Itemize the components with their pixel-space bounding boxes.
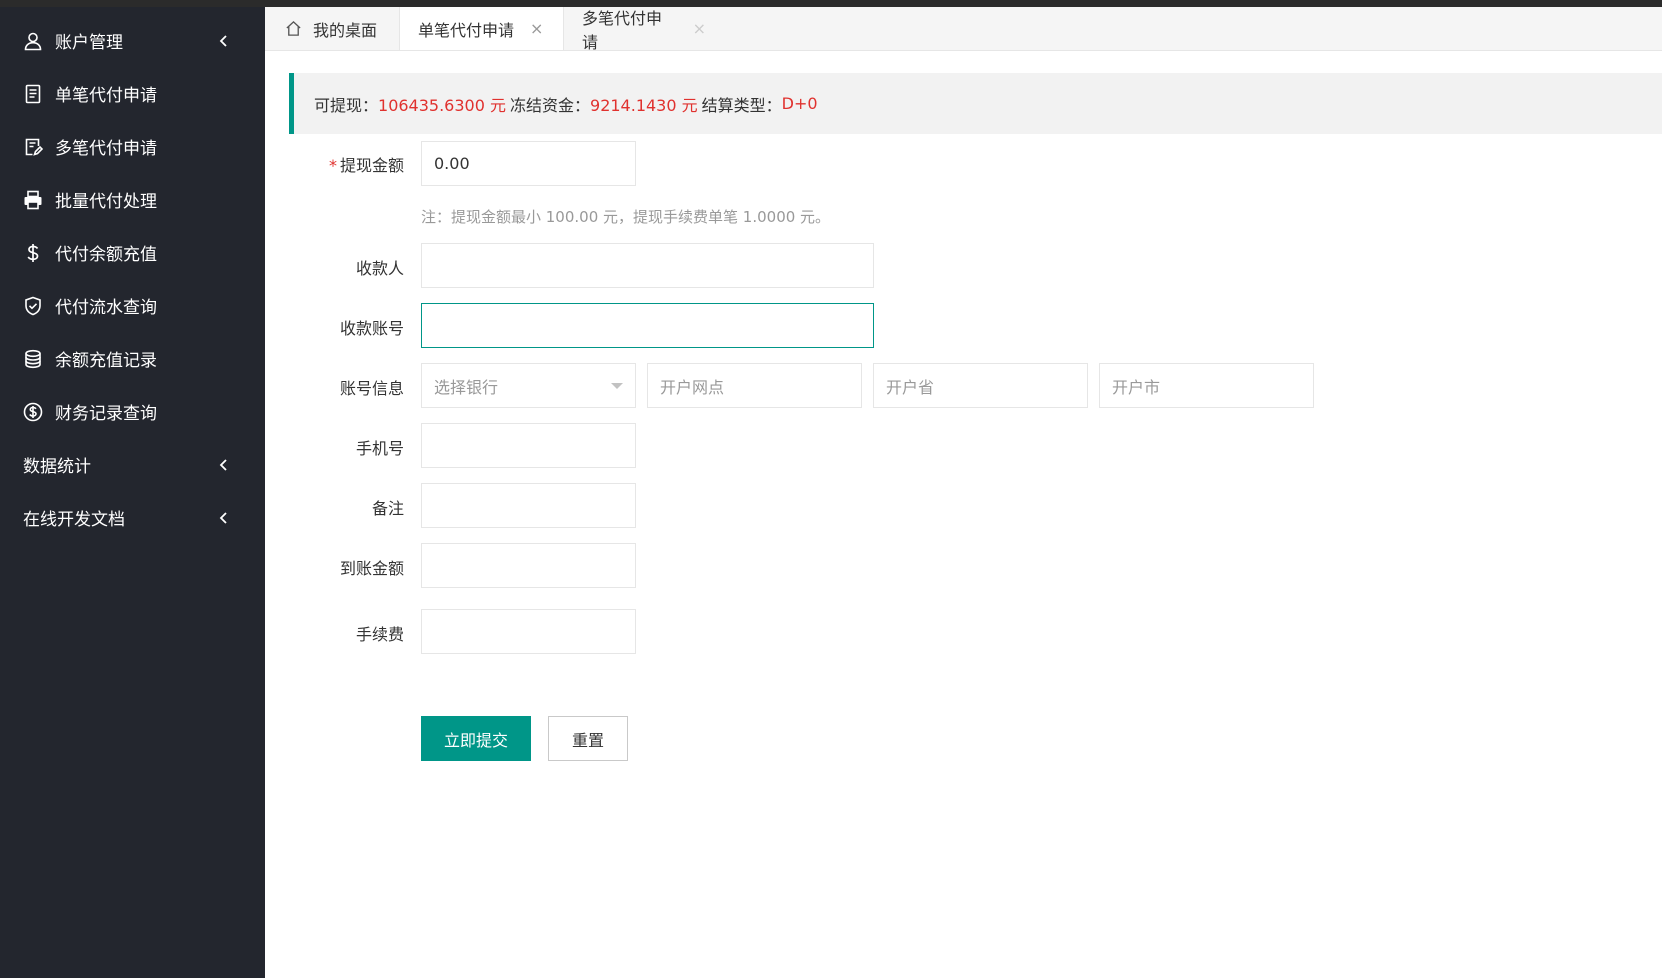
sidebar-item-balance-recharge[interactable]: 代付余额充值 bbox=[0, 226, 265, 279]
sidebar-item-label: 财务记录查询 bbox=[55, 404, 157, 424]
sidebar-item-label: 代付余额充值 bbox=[55, 245, 157, 265]
arrival-amount-label: 到账金额 bbox=[339, 559, 404, 578]
sidebar: 账户管理 单笔代付申请 多笔代付申请 批量代付处理 代付余额充值 代付流水查询 bbox=[0, 7, 265, 978]
sidebar-item-dev-docs[interactable]: 在线开发文档 bbox=[0, 491, 265, 544]
payout-form: * 提现金额 0.00 注：提现金额最小 100.00 元，提现手续费单笔 1.0… bbox=[265, 7, 1662, 978]
required-mark: * bbox=[328, 156, 337, 175]
sidebar-item-label: 单笔代付申请 bbox=[55, 86, 157, 106]
sidebar-item-recharge-records[interactable]: 余额充值记录 bbox=[0, 332, 265, 385]
account-input[interactable] bbox=[421, 303, 874, 348]
dollar-icon bbox=[22, 242, 44, 264]
main-content: 我的桌面 单笔代付申请 × 多笔代付申请 × 可提现： 106435.6300 … bbox=[265, 7, 1662, 978]
dollar-circle-icon bbox=[22, 401, 44, 423]
shield-check-icon bbox=[22, 295, 44, 317]
bank-select-value: 选择银行 bbox=[434, 377, 499, 397]
sidebar-item-label: 数据统计 bbox=[23, 457, 91, 477]
payee-input[interactable] bbox=[421, 243, 874, 288]
sidebar-item-label: 账户管理 bbox=[55, 33, 123, 53]
chevron-left-icon bbox=[219, 34, 227, 47]
account-label: 收款账号 bbox=[339, 319, 404, 338]
document-icon bbox=[22, 83, 44, 105]
user-icon bbox=[22, 30, 44, 52]
chevron-left-icon bbox=[219, 458, 227, 471]
fee-label: 手续费 bbox=[355, 625, 404, 644]
printer-icon bbox=[22, 189, 44, 211]
amount-label: 提现金额 bbox=[339, 156, 404, 175]
remark-label: 备注 bbox=[371, 499, 404, 518]
branch-input[interactable]: 开户网点 bbox=[647, 363, 862, 408]
province-input[interactable]: 开户省 bbox=[873, 363, 1088, 408]
payee-label: 收款人 bbox=[355, 259, 404, 278]
sidebar-item-statistics[interactable]: 数据统计 bbox=[0, 438, 265, 491]
sidebar-item-batch-payout[interactable]: 批量代付处理 bbox=[0, 173, 265, 226]
sidebar-item-payout-flow[interactable]: 代付流水查询 bbox=[0, 279, 265, 332]
window-top-strip bbox=[0, 0, 1662, 7]
phone-input[interactable] bbox=[421, 423, 636, 468]
sidebar-item-label: 余额充值记录 bbox=[55, 351, 157, 371]
submit-button[interactable]: 立即提交 bbox=[421, 716, 531, 761]
dropdown-arrow-icon bbox=[611, 383, 623, 389]
sidebar-item-label: 代付流水查询 bbox=[55, 298, 157, 318]
phone-label: 手机号 bbox=[355, 439, 404, 458]
amount-hint: 注：提现金额最小 100.00 元，提现手续费单笔 1.0000 元。 bbox=[421, 208, 831, 226]
sidebar-item-finance-records[interactable]: 财务记录查询 bbox=[0, 385, 265, 438]
sidebar-item-multi-payout[interactable]: 多笔代付申请 bbox=[0, 120, 265, 173]
remark-input[interactable] bbox=[421, 483, 636, 528]
sidebar-item-label: 批量代付处理 bbox=[55, 192, 157, 212]
bank-select[interactable]: 选择银行 bbox=[421, 363, 636, 408]
amount-label-wrap: * 提现金额 bbox=[284, 152, 404, 176]
chevron-left-icon bbox=[219, 511, 227, 524]
sidebar-item-single-payout[interactable]: 单笔代付申请 bbox=[0, 67, 265, 120]
amount-input[interactable]: 0.00 bbox=[421, 141, 636, 186]
database-icon bbox=[22, 348, 44, 370]
sidebar-item-label: 多笔代付申请 bbox=[55, 139, 157, 159]
sidebar-item-label: 在线开发文档 bbox=[23, 510, 125, 530]
fee-input[interactable] bbox=[421, 609, 636, 654]
city-input[interactable]: 开户市 bbox=[1099, 363, 1314, 408]
document-edit-icon bbox=[22, 136, 44, 158]
sidebar-item-account[interactable]: 账户管理 bbox=[0, 14, 265, 67]
arrival-amount-input[interactable] bbox=[421, 543, 636, 588]
reset-button[interactable]: 重置 bbox=[548, 716, 628, 761]
account-info-label: 账号信息 bbox=[339, 379, 404, 398]
